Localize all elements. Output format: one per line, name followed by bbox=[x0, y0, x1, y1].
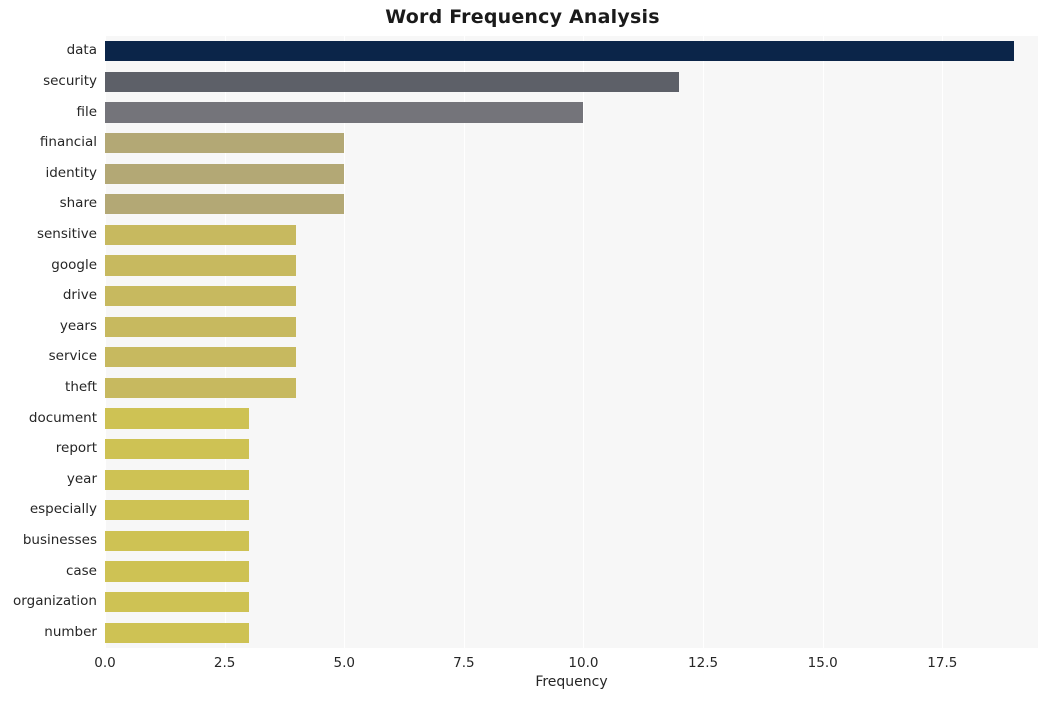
bar-row bbox=[105, 561, 1038, 582]
y-tick-label: report bbox=[55, 440, 97, 457]
bar bbox=[105, 316, 297, 337]
bar-row bbox=[105, 439, 1038, 460]
bar bbox=[105, 561, 249, 582]
gridline bbox=[583, 36, 585, 648]
bar-row bbox=[105, 530, 1038, 551]
gridline bbox=[703, 36, 705, 648]
x-tick-label: 12.5 bbox=[688, 655, 719, 671]
gridline bbox=[105, 36, 106, 648]
bar-row bbox=[105, 163, 1038, 184]
bar bbox=[105, 408, 249, 429]
y-tick-label: security bbox=[43, 72, 97, 89]
x-axis-label: Frequency bbox=[535, 674, 608, 690]
bar bbox=[105, 41, 1015, 62]
x-tick-label: 17.5 bbox=[927, 655, 958, 671]
y-tick-label: data bbox=[66, 42, 97, 59]
x-tick-label: 15.0 bbox=[807, 655, 838, 671]
chart-title: Word Frequency Analysis bbox=[385, 6, 660, 28]
bar bbox=[105, 592, 249, 613]
x-tick-label: 7.5 bbox=[453, 655, 475, 671]
bar-row bbox=[105, 316, 1038, 337]
y-tick-label: service bbox=[48, 348, 97, 365]
y-tick-label: especially bbox=[29, 501, 97, 518]
gridline bbox=[224, 36, 226, 648]
bar bbox=[105, 71, 680, 92]
bar bbox=[105, 102, 584, 123]
bar bbox=[105, 347, 297, 368]
bar-row bbox=[105, 224, 1038, 245]
y-tick-label: google bbox=[51, 256, 97, 273]
bar bbox=[105, 622, 249, 643]
y-tick-label: case bbox=[65, 562, 97, 579]
bar bbox=[105, 224, 297, 245]
bar-row bbox=[105, 41, 1038, 62]
bar-row bbox=[105, 377, 1038, 398]
y-tick-label: years bbox=[59, 317, 97, 334]
y-tick-label: theft bbox=[65, 378, 97, 395]
x-tick-label: 5.0 bbox=[333, 655, 355, 671]
bar-row bbox=[105, 592, 1038, 613]
bar bbox=[105, 439, 249, 460]
y-tick-label: share bbox=[59, 195, 97, 212]
bar bbox=[105, 133, 345, 154]
bar-row bbox=[105, 286, 1038, 307]
bar-row bbox=[105, 71, 1038, 92]
word-frequency-chart: Word Frequency Analysis data security file… bbox=[0, 0, 1045, 701]
x-tick-label: 2.5 bbox=[213, 655, 236, 671]
bar bbox=[105, 163, 345, 184]
bar-row bbox=[105, 194, 1038, 215]
y-tick-label: organization bbox=[13, 593, 97, 610]
y-tick-label: number bbox=[44, 623, 97, 640]
bar bbox=[105, 255, 297, 276]
x-tick-label: 10.0 bbox=[568, 655, 599, 671]
y-tick-label: sensitive bbox=[36, 225, 97, 242]
bar-row bbox=[105, 408, 1038, 429]
bar bbox=[105, 500, 249, 521]
y-tick-label: drive bbox=[62, 287, 97, 304]
bar bbox=[105, 377, 297, 398]
bar-row bbox=[105, 255, 1038, 276]
bar-row bbox=[105, 622, 1038, 643]
bar bbox=[105, 530, 249, 551]
y-tick-label: file bbox=[76, 103, 97, 120]
y-tick-label: financial bbox=[39, 134, 97, 151]
bar bbox=[105, 194, 345, 215]
bar bbox=[105, 286, 297, 307]
bar bbox=[105, 469, 249, 490]
y-tick-label: document bbox=[28, 409, 97, 426]
y-tick-label: businesses bbox=[22, 531, 97, 548]
bar-row bbox=[105, 347, 1038, 368]
gridline bbox=[344, 36, 346, 648]
bar-row bbox=[105, 133, 1038, 154]
bar-row bbox=[105, 469, 1038, 490]
gridline bbox=[822, 36, 824, 648]
bar-row bbox=[105, 102, 1038, 123]
x-tick-label: 0.0 bbox=[94, 655, 116, 671]
y-tick-label: identity bbox=[45, 164, 97, 181]
y-tick-label: year bbox=[66, 470, 97, 487]
plot-area bbox=[105, 36, 1038, 648]
bar-row bbox=[105, 500, 1038, 521]
gridline bbox=[463, 36, 465, 648]
gridline bbox=[942, 36, 944, 648]
